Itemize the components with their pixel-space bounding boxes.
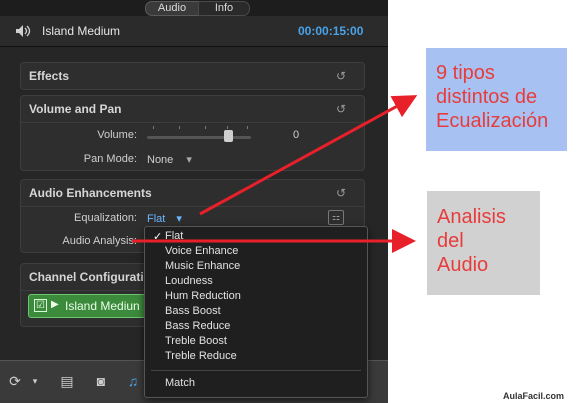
annotation-line: Analisis — [437, 206, 506, 228]
annotation-line: Audio — [437, 254, 489, 276]
annotation-line: del — [437, 230, 464, 252]
annotation-equalization: 9 tipos distintos de Ecualización — [426, 48, 567, 151]
annotation-line: 9 tipos — [436, 62, 495, 84]
annotation-audio-analysis: Analisis del Audio — [427, 191, 540, 295]
annotation-line: distintos de — [436, 86, 538, 108]
annotation-line: Ecualización — [436, 110, 549, 132]
arrow-to-equalization — [199, 95, 418, 216]
watermark: AulaFacil.com — [503, 391, 565, 401]
